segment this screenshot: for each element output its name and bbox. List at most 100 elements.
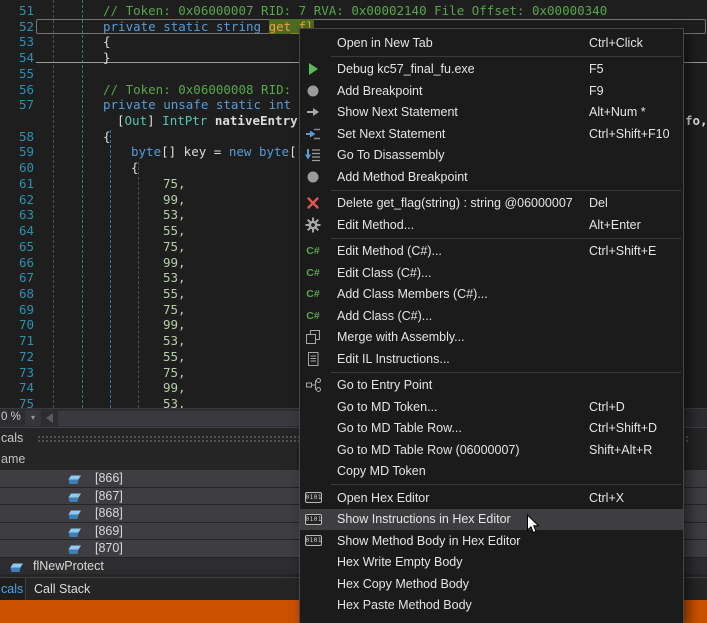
code-text: { <box>103 129 111 145</box>
menu-item-shortcut: Alt+Enter <box>589 218 641 232</box>
menu-separator <box>331 190 681 191</box>
locals-row-label: [867] <box>95 488 123 505</box>
code-text: 99, <box>163 192 186 208</box>
context-menu: Open in New TabCtrl+Click Debug kc57_fina… <box>299 28 684 623</box>
set-next-statement-icon <box>303 126 323 142</box>
code-text: // Token: 0x06000008 RID: 8 <box>103 82 306 98</box>
code-text: 75, <box>163 302 186 318</box>
code-text: [Out] IntPtr nativeEntry, <box>117 113 305 129</box>
code-text: // Token: 0x06000007 RID: 7 RVA: 0x00002… <box>103 3 607 19</box>
zoom-level-label: 0 % <box>1 411 21 423</box>
line-number: 68 <box>0 286 34 302</box>
menu-item-debug-kc57-final-fu-exe[interactable]: Debug kc57_final_fu.exeF5 <box>300 59 683 81</box>
csharp-icon: C# <box>303 265 323 281</box>
line-number: 67 <box>0 270 34 286</box>
line-number: 54 <box>0 50 34 66</box>
hex-icon: 0101 <box>303 511 323 527</box>
line-number: 66 <box>0 255 34 271</box>
name-column-label: ame <box>1 452 25 466</box>
menu-separator <box>331 238 681 239</box>
code-text: { <box>103 34 111 50</box>
line-number: 57 <box>0 97 34 113</box>
breakpoint-icon <box>303 169 323 185</box>
hex-icon: 0101 <box>303 490 323 506</box>
menu-item-hex-copy-method-body[interactable]: Hex Copy Method Body <box>300 573 683 595</box>
line-number: 59 <box>0 144 34 160</box>
menu-item-label: Add Method Breakpoint <box>337 170 468 184</box>
menu-item-merge-with-assembly[interactable]: Merge with Assembly... <box>300 327 683 349</box>
menu-item-label: Add Class (C#)... <box>337 309 432 323</box>
menu-item-open-hex-editor[interactable]: 0101Open Hex EditorCtrl+X <box>300 487 683 509</box>
hex-icon-glyph: 0101 <box>305 514 322 525</box>
tab-locals[interactable]: cals <box>0 578 26 601</box>
menu-item-go-to-md-table-row[interactable]: Go to MD Table Row... Ctrl+Shift+D <box>300 418 683 440</box>
arrow-right-icon <box>303 104 323 120</box>
code-text: 75, <box>163 176 186 192</box>
menu-item-add-class-c[interactable]: C# Add Class (C#)... <box>300 305 683 327</box>
menu-item-add-breakpoint[interactable]: Add BreakpointF9 <box>300 80 683 102</box>
line-number: 74 <box>0 380 34 396</box>
line-number: 71 <box>0 333 34 349</box>
menu-item-go-to-disassembly[interactable]: Go To Disassembly <box>300 145 683 167</box>
csharp-icon: C# <box>303 308 323 324</box>
menu-item-add-method-breakpoint[interactable]: Add Method Breakpoint <box>300 166 683 188</box>
menu-item-label: Open Hex Editor <box>337 491 429 505</box>
entry-point-icon <box>303 377 323 393</box>
menu-item-show-method-body-in-hex-editor[interactable]: 0101Show Method Body in Hex Editor <box>300 530 683 552</box>
zoom-dropdown-button[interactable]: ▾ <box>25 410 41 426</box>
menu-item-edit-method-c[interactable]: C#Edit Method (C#)...Ctrl+Shift+E <box>300 241 683 263</box>
menu-item-hex-write-empty-body[interactable]: Hex Write Empty Body <box>300 552 683 574</box>
code-text: } <box>103 50 111 66</box>
clipped-code-fragment: fo, <box>685 113 707 129</box>
scroll-left-arrow[interactable] <box>46 413 53 423</box>
line-number: 52 <box>0 19 34 35</box>
line-number: 70 <box>0 317 34 333</box>
csharp-icon: C# <box>303 286 323 302</box>
menu-item-edit-method[interactable]: Edit Method...Alt+Enter <box>300 214 683 236</box>
menu-item-show-next-statement[interactable]: Show Next StatementAlt+Num * <box>300 102 683 124</box>
line-number: 72 <box>0 349 34 365</box>
menu-item-go-to-md-table-row-06000007[interactable]: Go to MD Table Row (06000007)Shift+Alt+R <box>300 439 683 461</box>
locals-row-label: [870] <box>95 540 123 557</box>
menu-item-go-to-entry-point[interactable]: Go to Entry Point <box>300 375 683 397</box>
menu-item-copy-md-token[interactable]: Copy MD Token <box>300 461 683 483</box>
menu-item-edit-il-instructions[interactable]: Edit IL Instructions... <box>300 348 683 370</box>
menu-item-shortcut: Del <box>589 196 608 210</box>
locals-panel-title: cals <box>1 431 23 445</box>
menu-item-hex-paste-method-body[interactable]: Hex Paste Method Body <box>300 595 683 617</box>
menu-item-shortcut: Ctrl+Shift+D <box>589 421 657 435</box>
menu-item-label: Show Instructions in Hex Editor <box>337 512 511 526</box>
gear-icon <box>303 217 323 233</box>
csharp-icon-glyph: C# <box>306 288 319 300</box>
menu-item-add-class-members-c[interactable]: C#Add Class Members (C#)... <box>300 284 683 306</box>
menu-item-label: Go to MD Table Row... <box>337 421 462 435</box>
menu-item-shortcut: Alt+Num * <box>589 105 646 119</box>
line-number: 58 <box>0 129 34 145</box>
code-text: private static string get_fl <box>103 19 314 35</box>
il-icon <box>303 351 323 367</box>
menu-item-shortcut: Ctrl+Shift+E <box>589 244 656 258</box>
menu-item-label: Edit IL Instructions... <box>337 352 450 366</box>
menu-item-label: Copy MD Token <box>337 464 426 478</box>
menu-item-open-in-new-tab[interactable]: Open in New TabCtrl+Click <box>300 32 683 54</box>
code-line[interactable]: 51// Token: 0x06000007 RID: 7 RVA: 0x000… <box>0 3 707 19</box>
tab-call-stack[interactable]: Call Stack <box>34 578 90 601</box>
menu-item-shortcut: Ctrl+D <box>589 400 625 414</box>
menu-item-go-to-md-token[interactable]: Go to MD Token...Ctrl+D <box>300 396 683 418</box>
menu-item-shortcut: F5 <box>589 62 604 76</box>
menu-item-set-next-statement[interactable]: Set Next StatementCtrl+Shift+F10 <box>300 123 683 145</box>
menu-item-label: Set Next Statement <box>337 127 445 141</box>
menu-item-edit-class-c[interactable]: C#Edit Class (C#)... <box>300 262 683 284</box>
menu-item-delete-get-flag-string-string-06000007[interactable]: Delete get_flag(string) : string @060000… <box>300 193 683 215</box>
csharp-icon-glyph: C# <box>306 310 319 322</box>
csharp-icon-glyph: C# <box>306 267 319 279</box>
code-text: 53, <box>163 396 186 408</box>
menu-item-show-instructions-in-hex-editor[interactable]: 0101 Show Instructions in Hex Editor <box>300 509 683 531</box>
merge-icon <box>303 329 323 345</box>
menu-item-label: Hex Write Empty Body <box>337 555 463 569</box>
line-number: 75 <box>0 396 34 408</box>
code-text: 75, <box>163 239 186 255</box>
disassembly-icon <box>303 147 323 163</box>
menu-item-label: Delete get_flag(string) : string @060000… <box>337 196 573 210</box>
line-number: 53 <box>0 34 34 50</box>
